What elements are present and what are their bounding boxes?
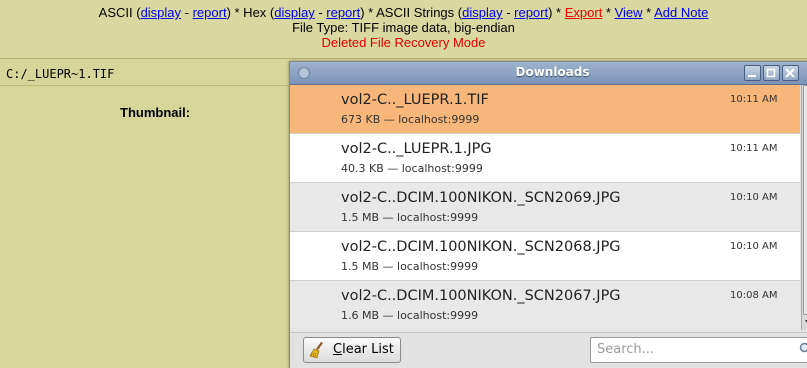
- ascii-strings-label: ) * ASCII Strings (: [360, 5, 462, 20]
- download-time: 10:10 AM: [730, 192, 777, 203]
- divider: [0, 85, 290, 86]
- broom-icon: [309, 341, 327, 359]
- view-options-bar: ASCII (display - report) * Hex (display …: [0, 5, 807, 20]
- download-filename: vol2-C..DCIM.100NIKON._SCN2068.JPG: [341, 239, 621, 255]
- download-meta: 1.6 MB — localhost:9999: [341, 309, 478, 322]
- file-path: C:/_LUEPR~1.TIF: [6, 67, 114, 81]
- close-icon[interactable]: [782, 65, 799, 81]
- download-item[interactable]: vol2-C..DCIM.100NIKON._SCN2069.JPG 1.5 M…: [290, 183, 800, 232]
- view-link[interactable]: View: [615, 5, 643, 20]
- list-scrollbar[interactable]: [801, 85, 807, 330]
- file-info-panel: C:/_LUEPR~1.TIF Thumbnail:: [0, 59, 290, 361]
- separator: *: [602, 5, 614, 20]
- maximize-icon[interactable]: [763, 65, 780, 81]
- strings-display-link[interactable]: display: [462, 5, 502, 20]
- separator: *: [643, 5, 655, 20]
- ascii-report-link[interactable]: report: [193, 5, 227, 20]
- download-filename: vol2-C.._LUEPR.1.JPG: [341, 141, 492, 157]
- clear-list-label: Clear List: [333, 342, 394, 357]
- download-filename: vol2-C..DCIM.100NIKON._SCN2067.JPG: [341, 288, 621, 304]
- strings-report-link[interactable]: report: [514, 5, 548, 20]
- minimize-icon[interactable]: [744, 65, 761, 81]
- separator: ) *: [548, 5, 565, 20]
- download-item[interactable]: vol2-C.._LUEPR.1.TIF 673 KB — localhost:…: [290, 85, 800, 134]
- ascii-label: ASCII (: [99, 5, 141, 20]
- hex-report-link[interactable]: report: [326, 5, 360, 20]
- search-icon[interactable]: [799, 342, 807, 356]
- download-item[interactable]: vol2-C.._LUEPR.1.JPG 40.3 KB — localhost…: [290, 134, 800, 183]
- file-type-text: File Type: TIFF image data, big-endian: [0, 20, 807, 35]
- scrollbar-thumb[interactable]: [803, 85, 807, 315]
- separator: -: [315, 5, 327, 20]
- clear-list-button[interactable]: Clear List: [303, 337, 401, 363]
- window-controls: [744, 65, 799, 81]
- download-meta: 673 KB — localhost:9999: [341, 113, 479, 126]
- download-time: 10:10 AM: [730, 241, 777, 252]
- separator: -: [503, 5, 515, 20]
- scroll-down-arrow-icon[interactable]: [803, 316, 807, 328]
- downloads-titlebar[interactable]: Downloads: [290, 62, 807, 85]
- add-note-link[interactable]: Add Note: [654, 5, 708, 20]
- thumbnail-label: Thumbnail:: [120, 105, 190, 120]
- download-filename: vol2-C.._LUEPR.1.TIF: [341, 92, 489, 108]
- download-meta: 1.5 MB — localhost:9999: [341, 211, 478, 224]
- download-time: 10:11 AM: [730, 94, 777, 105]
- autopsy-header: ASCII (display - report) * Hex (display …: [0, 0, 807, 59]
- accelerator-letter: C: [333, 342, 342, 357]
- separator: -: [181, 5, 193, 20]
- download-meta: 1.5 MB — localhost:9999: [341, 260, 478, 273]
- search-input[interactable]: [597, 341, 787, 357]
- downloads-list: vol2-C.._LUEPR.1.TIF 673 KB — localhost:…: [290, 85, 800, 328]
- ascii-display-link[interactable]: display: [141, 5, 181, 20]
- download-filename: vol2-C..DCIM.100NIKON._SCN2069.JPG: [341, 190, 621, 206]
- clear-list-text: lear List: [342, 342, 394, 357]
- download-time: 10:11 AM: [730, 143, 777, 154]
- download-meta: 40.3 KB — localhost:9999: [341, 162, 483, 175]
- window-title: Downloads: [290, 65, 807, 79]
- hex-label: ) * Hex (: [227, 5, 275, 20]
- download-item[interactable]: vol2-C..DCIM.100NIKON._SCN2068.JPG 1.5 M…: [290, 232, 800, 281]
- downloads-toolbar: Clear List: [290, 332, 807, 368]
- downloads-window: Downloads vol2-C.._LUEPR.1.TIF 673 KB — …: [289, 61, 807, 368]
- recovery-mode-text: Deleted File Recovery Mode: [0, 35, 807, 50]
- export-link[interactable]: Export: [565, 5, 603, 20]
- hex-display-link[interactable]: display: [274, 5, 314, 20]
- download-time: 10:08 AM: [730, 290, 777, 301]
- search-box[interactable]: [590, 337, 807, 363]
- download-item[interactable]: vol2-C..DCIM.100NIKON._SCN2067.JPG 1.6 M…: [290, 281, 800, 328]
